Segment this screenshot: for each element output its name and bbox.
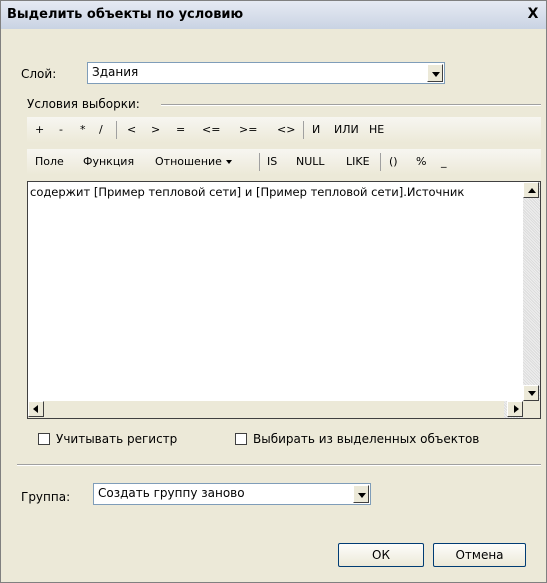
cancel-button[interactable]: Отмена — [433, 543, 526, 567]
parens-button[interactable]: () — [389, 155, 398, 168]
op-multiply-button[interactable]: * — [80, 123, 86, 136]
scroll-up-icon[interactable] — [523, 182, 539, 198]
function-button[interactable]: Функция — [83, 155, 134, 168]
horizontal-scrollbar[interactable] — [28, 401, 523, 418]
layer-label: Слой: — [21, 67, 57, 81]
toolbar-separator — [116, 121, 117, 139]
close-icon[interactable]: X — [524, 6, 542, 23]
vertical-scrollbar[interactable] — [523, 182, 540, 401]
relation-dropdown[interactable]: Отношение — [155, 155, 232, 168]
divider — [17, 464, 541, 466]
scroll-down-icon[interactable] — [523, 385, 539, 401]
op-minus-button[interactable]: - — [59, 123, 63, 136]
expression-editor[interactable]: содержит [Пример тепловой сети] и [Приме… — [27, 181, 541, 419]
from-selected-checkbox[interactable] — [235, 433, 247, 445]
case-sensitive-label[interactable]: Учитывать регистр — [56, 432, 177, 446]
op-less-button[interactable]: < — [127, 123, 136, 136]
op-divide-button[interactable]: / — [99, 123, 103, 136]
case-sensitive-checkbox[interactable] — [38, 433, 50, 445]
from-selected-label[interactable]: Выбирать из выделенных объектов — [253, 432, 479, 446]
op-plus-button[interactable]: + — [35, 123, 44, 136]
op-greater-button[interactable]: > — [151, 123, 160, 136]
conditions-label: Условия выборки: — [27, 97, 140, 111]
op-equal-button[interactable]: = — [176, 123, 185, 136]
underscore-button[interactable]: _ — [441, 155, 447, 168]
title-bar[interactable]: Выделить объекты по условию X — [1, 1, 546, 29]
chevron-down-icon — [225, 160, 232, 164]
layer-select[interactable]: Здания — [87, 62, 445, 84]
op-greater-equal-button[interactable]: >= — [239, 123, 257, 136]
scroll-left-icon[interactable] — [28, 401, 44, 417]
is-button[interactable]: IS — [267, 155, 277, 168]
op-not-equal-button[interactable]: <> — [277, 123, 295, 136]
null-button[interactable]: NULL — [296, 155, 325, 168]
percent-button[interactable]: % — [416, 155, 426, 168]
ok-button[interactable]: ОК — [338, 543, 424, 567]
field-button[interactable]: Поле — [35, 155, 64, 168]
relation-label: Отношение — [155, 155, 222, 168]
operators-toolbar: + - * / < > = <= >= <> И ИЛИ НЕ — [27, 117, 541, 143]
group-value: Создать группу заново — [98, 486, 245, 500]
op-and-button[interactable]: И — [312, 123, 320, 136]
like-button[interactable]: LIKE — [346, 155, 370, 168]
toolbar-separator — [303, 121, 304, 139]
op-not-button[interactable]: НЕ — [369, 123, 384, 136]
layer-value: Здания — [92, 65, 139, 79]
functions-toolbar: Поле Функция Отношение IS NULL LIKE () %… — [27, 149, 541, 175]
chevron-down-icon[interactable] — [427, 64, 443, 82]
select-by-condition-dialog: Выделить объекты по условию X Слой: Здан… — [0, 0, 547, 583]
op-or-button[interactable]: ИЛИ — [334, 123, 359, 136]
chevron-down-icon[interactable] — [353, 485, 369, 503]
window-title: Выделить объекты по условию — [7, 7, 244, 22]
toolbar-separator — [380, 153, 381, 171]
conditions-divider — [161, 104, 541, 106]
group-select[interactable]: Создать группу заново — [93, 483, 371, 505]
expression-text[interactable]: содержит [Пример тепловой сети] и [Приме… — [30, 185, 464, 199]
group-label: Группа: — [21, 490, 71, 504]
op-less-equal-button[interactable]: <= — [202, 123, 220, 136]
scroll-right-icon[interactable] — [507, 401, 523, 417]
scroll-corner — [523, 401, 540, 418]
toolbar-separator — [259, 153, 260, 171]
